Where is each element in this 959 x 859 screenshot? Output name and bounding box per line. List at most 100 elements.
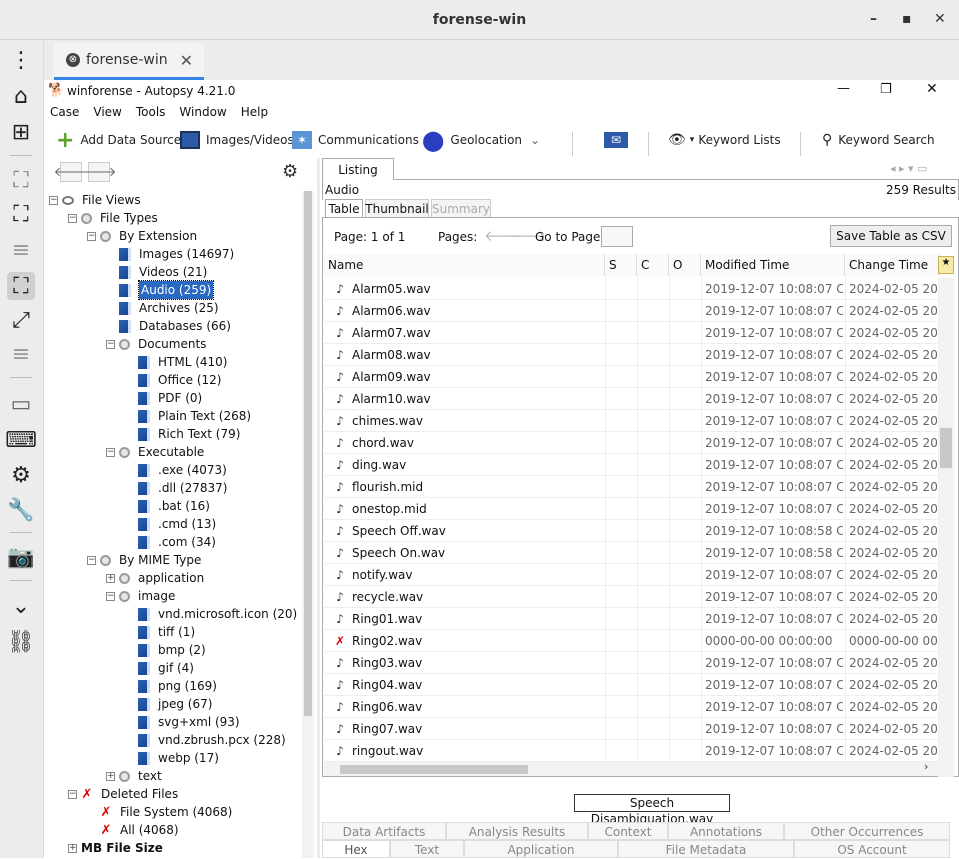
scale-icon[interactable]: ⛶ bbox=[7, 272, 35, 300]
table-row[interactable]: ♪ ringout.wav 2019-12-07 10:08:07 CET 2024-… bbox=[324, 740, 940, 762]
table-row[interactable]: ♪ chord.wav 2019-12-07 10:08:07 CET 2024-02… bbox=[324, 432, 940, 454]
tree-node[interactable]: .dll (27837) bbox=[125, 479, 227, 497]
subtab-summary[interactable]: Summary bbox=[431, 199, 491, 218]
table-row[interactable]: ♪ Ring01.wav 2019-12-07 10:08:07 CET 2024-0… bbox=[324, 608, 940, 630]
tree-node[interactable]: − Executable bbox=[106, 443, 204, 461]
fit-screen-icon[interactable]: ⛶ bbox=[7, 166, 35, 194]
add-data-source-button[interactable]: + Add Data Source bbox=[56, 128, 181, 153]
menu-case[interactable]: Case bbox=[50, 105, 79, 119]
tree-node[interactable]: gif (4) bbox=[125, 659, 194, 677]
col-c[interactable]: C bbox=[637, 254, 669, 276]
tree-node[interactable]: ✗ All (4068) bbox=[87, 821, 179, 839]
tab-annotations[interactable]: Annotations bbox=[668, 822, 784, 840]
col-change-time[interactable]: Change Time bbox=[845, 254, 940, 276]
tree-node[interactable]: + application bbox=[106, 569, 204, 587]
maximize-button[interactable]: ▪ bbox=[902, 11, 912, 27]
menu-tools[interactable]: Tools bbox=[136, 105, 166, 119]
camera-icon[interactable]: 📷 bbox=[7, 543, 35, 571]
col-name[interactable]: Name bbox=[324, 254, 605, 276]
col-s[interactable]: S bbox=[605, 254, 637, 276]
communications-button[interactable]: ✶ Communications bbox=[292, 128, 419, 152]
column-chooser-icon[interactable]: ★ bbox=[938, 256, 954, 274]
scroll-right-icon[interactable]: › bbox=[924, 760, 928, 773]
collapse-icon[interactable]: − bbox=[106, 339, 115, 349]
tree-node[interactable]: − File Types bbox=[68, 209, 158, 227]
menu-help[interactable]: Help bbox=[241, 105, 268, 119]
table-row[interactable]: ♪ Speech Off.wav 2019-12-07 10:08:58 CET 20… bbox=[324, 520, 940, 542]
chevron-down-icon[interactable]: ⌄ bbox=[7, 592, 35, 620]
close-button[interactable]: ✕ bbox=[934, 11, 946, 27]
tree-node[interactable]: vnd.zbrush.pcx (228) bbox=[125, 731, 286, 749]
menu-view[interactable]: View bbox=[93, 105, 121, 119]
expand-icon[interactable]: + bbox=[106, 771, 115, 781]
tree-node[interactable]: − File Views bbox=[49, 191, 141, 209]
goto-page-input[interactable] bbox=[601, 226, 633, 247]
tree-node[interactable]: svg+xml (93) bbox=[125, 713, 240, 731]
tab-analysis-results[interactable]: Analysis Results bbox=[446, 822, 588, 840]
tree-node[interactable]: .cmd (13) bbox=[125, 515, 216, 533]
tree-scrollbar[interactable] bbox=[302, 191, 314, 858]
subtab-thumbnail[interactable]: Thumbnail bbox=[365, 199, 429, 218]
settings-gear-icon[interactable]: ⚙ bbox=[282, 161, 298, 182]
app-close-button[interactable]: ✕ bbox=[926, 81, 938, 97]
tree-node[interactable]: Images (14697) bbox=[106, 245, 234, 263]
disconnect-icon[interactable]: ⛓ bbox=[7, 628, 35, 656]
tree-node[interactable]: Databases (66) bbox=[106, 317, 231, 335]
tree-node[interactable]: png (169) bbox=[125, 677, 217, 695]
tree-node[interactable]: − By Extension bbox=[87, 227, 197, 245]
tab-file-metadata[interactable]: File Metadata bbox=[618, 840, 794, 858]
table-row[interactable]: ♪ Ring04.wav 2019-12-07 10:08:07 CET 2024-0… bbox=[324, 674, 940, 696]
table-row[interactable]: ♪ onestop.mid 2019-12-07 10:08:07 CET 2024-… bbox=[324, 498, 940, 520]
tab-os-account[interactable]: OS Account bbox=[794, 840, 950, 858]
geolocation-button[interactable]: ⬤ Geolocation ⌄ bbox=[422, 128, 540, 152]
table-row[interactable]: ✗ Ring02.wav 0000-00-00 00:00:00 0000-00-00… bbox=[324, 630, 940, 652]
menu-window[interactable]: Window bbox=[179, 105, 226, 119]
table-row[interactable]: ♪ Alarm06.wav 2019-12-07 10:08:07 CET 2024-… bbox=[324, 300, 940, 322]
tree-node[interactable]: + MB File Size bbox=[68, 839, 163, 857]
collapse-icon[interactable]: − bbox=[49, 195, 58, 205]
table-row[interactable]: ♪ Alarm08.wav 2019-12-07 10:08:07 CET 2024-… bbox=[324, 344, 940, 366]
tab-hex[interactable]: Hex bbox=[322, 840, 390, 858]
collapse-icon[interactable]: − bbox=[68, 789, 77, 799]
wrench-icon[interactable]: 🔧 bbox=[7, 496, 35, 524]
tree-node[interactable]: − By MIME Type bbox=[87, 551, 201, 569]
table-row[interactable]: ♪ recycle.wav 2019-12-07 10:08:07 CET 2024-… bbox=[324, 586, 940, 608]
tree-node[interactable]: .bat (16) bbox=[125, 497, 210, 515]
fullscreen-icon[interactable]: ⛶ bbox=[7, 200, 35, 228]
col-o[interactable]: O bbox=[669, 254, 701, 276]
app-maximize-button[interactable]: ❐ bbox=[880, 82, 892, 97]
tree-node[interactable]: ✗ File System (4068) bbox=[87, 803, 233, 821]
tree-node[interactable]: Videos (21) bbox=[106, 263, 207, 281]
tree-node[interactable]: vnd.microsoft.icon (20) bbox=[125, 605, 297, 623]
tree-node[interactable]: bmp (2) bbox=[125, 641, 206, 659]
save-csv-button[interactable]: Save Table as CSV bbox=[830, 225, 952, 247]
tab-text[interactable]: Text bbox=[390, 840, 464, 858]
table-row[interactable]: ♪ Alarm10.wav 2019-12-07 10:08:07 CET 2024-… bbox=[324, 388, 940, 410]
app-minimize-button[interactable]: — bbox=[837, 81, 850, 96]
collapse-icon[interactable]: − bbox=[106, 447, 115, 457]
listing-tab[interactable]: Listing bbox=[322, 158, 394, 180]
table-row[interactable]: ♪ flourish.mid 2019-12-07 10:08:07 CET 2024… bbox=[324, 476, 940, 498]
table-row[interactable]: ♪ Alarm09.wav 2019-12-07 10:08:07 CET 2024-… bbox=[324, 366, 940, 388]
tree-node[interactable]: Office (12) bbox=[125, 371, 221, 389]
tree-node[interactable]: Audio (259) bbox=[106, 280, 215, 300]
home-icon[interactable]: ⌂ bbox=[7, 82, 35, 110]
list-icon[interactable]: ≡ bbox=[7, 236, 35, 264]
tree-node[interactable]: tiff (1) bbox=[125, 623, 195, 641]
keyboard-icon[interactable]: ⌨ bbox=[5, 426, 37, 454]
table-row[interactable]: ♪ chimes.wav 2019-12-07 10:08:07 CET 2024-0… bbox=[324, 410, 940, 432]
tree-node[interactable]: Archives (25) bbox=[106, 299, 219, 317]
tree-scroll-thumb[interactable] bbox=[304, 191, 312, 716]
tab-close-icon[interactable]: ✕ bbox=[180, 51, 193, 70]
table-row[interactable]: ♪ Alarm05.wav 2019-12-07 10:08:07 CET 2024-… bbox=[324, 278, 940, 300]
settings-icon[interactable]: ⚙ bbox=[7, 461, 35, 489]
keyword-lists-button[interactable]: 👁 ▾ Keyword Lists bbox=[668, 128, 781, 152]
expand-icon[interactable]: + bbox=[68, 843, 77, 853]
tree-node[interactable]: .com (34) bbox=[125, 533, 216, 551]
table-hscrollbar[interactable]: › bbox=[324, 760, 954, 776]
table-row[interactable]: ♪ Ring03.wav 2019-12-07 10:08:07 CET 2024-0… bbox=[324, 652, 940, 674]
collapse-icon[interactable]: − bbox=[87, 231, 96, 241]
minimize-button[interactable]: – bbox=[870, 11, 877, 27]
table-row[interactable]: ♪ ding.wav 2019-12-07 10:08:07 CET 2024-02-… bbox=[324, 454, 940, 476]
collapse-icon[interactable]: − bbox=[87, 555, 96, 565]
